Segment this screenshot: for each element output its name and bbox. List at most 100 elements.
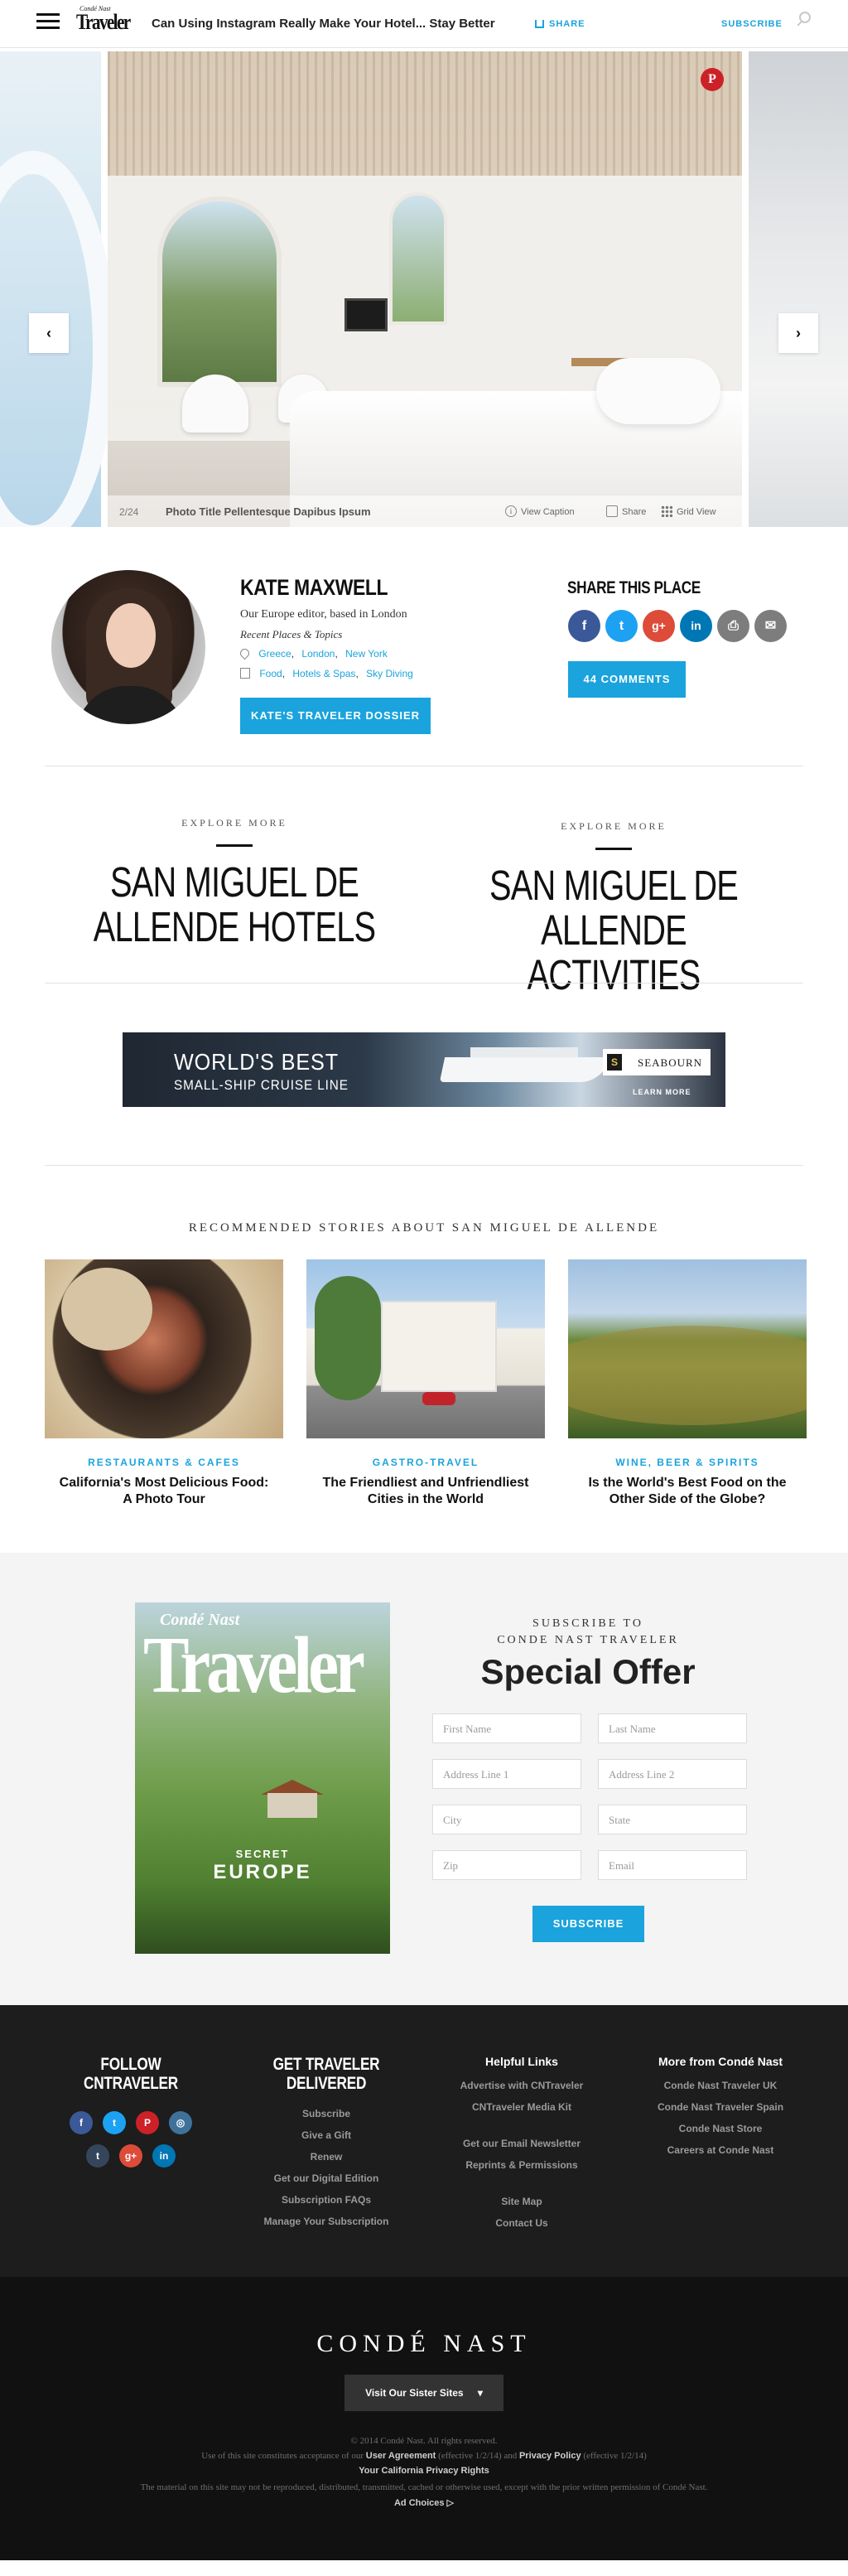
recommended-stories: RECOMMENDED STORIES ABOUT SAN MIGUEL DE … bbox=[0, 1167, 848, 1553]
footer-link[interactable]: Reprints & Permissions bbox=[439, 2154, 605, 2176]
google-plus-icon[interactable]: g+ bbox=[119, 2144, 142, 2168]
footer-link[interactable]: Subscribe bbox=[245, 2103, 407, 2124]
hamburger-icon[interactable] bbox=[36, 13, 60, 30]
next-arrow-button[interactable]: › bbox=[778, 313, 818, 353]
subscribe-link[interactable]: SUBSCRIBE bbox=[721, 19, 783, 29]
story-card[interactable]: WINE, BEER & SPIRITS Is the World's Best… bbox=[568, 1259, 807, 1508]
twitter-icon[interactable]: t bbox=[103, 2111, 126, 2134]
place-link[interactable]: New York bbox=[345, 648, 388, 660]
topic-link[interactable]: Hotels & Spas bbox=[292, 668, 355, 679]
footer-link[interactable]: Conde Nast Traveler Spain bbox=[638, 2096, 803, 2118]
share-icon bbox=[606, 505, 618, 517]
footer-link[interactable]: Manage Your Subscription bbox=[245, 2211, 407, 2232]
pinterest-icon[interactable]: P bbox=[701, 68, 724, 91]
delivered-title: DELIVERED bbox=[286, 2074, 367, 2093]
story-category[interactable]: WINE, BEER & SPIRITS bbox=[568, 1457, 807, 1468]
view-caption-button[interactable]: i View Caption bbox=[505, 505, 575, 518]
story-image[interactable] bbox=[45, 1259, 283, 1438]
pinterest-icon[interactable]: P bbox=[136, 2111, 159, 2134]
california-privacy-link[interactable]: Your California Privacy Rights bbox=[359, 2466, 489, 2476]
story-card[interactable]: RESTAURANTS & CAFES California's Most De… bbox=[45, 1259, 283, 1508]
explore-activities-block[interactable]: EXPLORE MORE SAN MIGUEL DE ALLENDE ACTIV… bbox=[423, 820, 804, 998]
google-plus-icon[interactable]: g+ bbox=[643, 610, 675, 642]
place-link[interactable]: Greece bbox=[258, 648, 291, 660]
facebook-icon[interactable]: f bbox=[568, 610, 600, 642]
previous-slide-image[interactable] bbox=[0, 51, 116, 527]
facebook-icon[interactable]: f bbox=[70, 2111, 93, 2134]
caption-bar: 2/24 Photo Title Pellentesque Dapibus Ip… bbox=[108, 495, 742, 527]
first-name-field[interactable]: First Name bbox=[432, 1713, 581, 1743]
share-button[interactable]: SHARE bbox=[535, 18, 585, 29]
map-pin-icon bbox=[238, 647, 252, 660]
footer-link[interactable]: Get our Digital Edition bbox=[245, 2168, 407, 2189]
search-icon[interactable] bbox=[795, 12, 812, 31]
story-category[interactable]: RESTAURANTS & CAFES bbox=[45, 1457, 283, 1468]
story-image[interactable] bbox=[568, 1259, 807, 1438]
footer-link[interactable]: Advertise with CNTraveler bbox=[439, 2075, 605, 2096]
address-line2-field[interactable]: Address Line 2 bbox=[598, 1759, 747, 1789]
ad-choices-link[interactable]: Ad Choices ▷ bbox=[394, 2498, 454, 2508]
place-link[interactable]: London bbox=[301, 648, 335, 660]
explore-hotels-block[interactable]: EXPLORE MORE SAN MIGUEL DE ALLENDE HOTEL… bbox=[44, 817, 425, 950]
privacy-policy-link[interactable]: Privacy Policy bbox=[519, 2451, 581, 2461]
story-title[interactable]: The Friendliest and Unfriendliest Cities… bbox=[306, 1475, 545, 1508]
linkedin-icon[interactable]: in bbox=[152, 2144, 176, 2168]
cover-brand-big: Traveler bbox=[143, 1621, 365, 1710]
caption-share-button[interactable]: Share bbox=[606, 505, 646, 518]
print-icon[interactable]: ⎙ bbox=[717, 610, 749, 642]
footer-link[interactable]: Careers at Conde Nast bbox=[638, 2139, 803, 2161]
instagram-icon[interactable]: ◎ bbox=[169, 2111, 192, 2134]
ad-learn-more[interactable]: LEARN MORE bbox=[633, 1088, 691, 1096]
delivered-column: GET TRAVELER DELIVERED Subscribe Give a … bbox=[245, 2055, 407, 2232]
story-category[interactable]: GASTRO-TRAVEL bbox=[306, 1457, 545, 1468]
linkedin-icon[interactable]: in bbox=[680, 610, 712, 642]
share-this-place-title: SHARE THIS PLACE bbox=[567, 578, 701, 597]
legal-footer: CONDÉ NAST Visit Our Sister Sites ▾ © 20… bbox=[0, 2277, 848, 2560]
logo-big-text: Traveler bbox=[76, 10, 131, 34]
topic-link[interactable]: Sky Diving bbox=[366, 668, 413, 679]
city-field[interactable]: City bbox=[432, 1805, 581, 1834]
grid-view-button[interactable]: Grid View bbox=[661, 505, 716, 518]
previous-arrow-button[interactable]: ‹ bbox=[29, 313, 69, 353]
story-image[interactable] bbox=[306, 1259, 545, 1438]
caret-down-icon: ▾ bbox=[477, 2387, 483, 2399]
address-line1-field[interactable]: Address Line 1 bbox=[432, 1759, 581, 1789]
twitter-icon[interactable]: t bbox=[605, 610, 638, 642]
author-avatar[interactable] bbox=[51, 570, 205, 724]
state-field[interactable]: State bbox=[598, 1805, 747, 1834]
cruise-ad-banner[interactable]: WORLD'S BEST SMALL-SHIP CRUISE LINE S SE… bbox=[123, 1032, 725, 1107]
footer-link[interactable]: Conde Nast Traveler UK bbox=[638, 2075, 803, 2096]
magazine-cover[interactable]: Condé Nast Traveler SECRET EUROPE bbox=[135, 1602, 390, 1954]
footer-link[interactable]: Subscription FAQs bbox=[245, 2189, 407, 2211]
places-list: Greece, London, New York bbox=[238, 647, 388, 660]
tumblr-icon[interactable]: t bbox=[86, 2144, 109, 2168]
story-title[interactable]: Is the World's Best Food on the Other Si… bbox=[568, 1475, 807, 1508]
story-card[interactable]: GASTRO-TRAVEL The Friendliest and Unfrie… bbox=[306, 1259, 545, 1508]
subscribe-section: Condé Nast Traveler SECRET EUROPE SUBSCR… bbox=[0, 1553, 848, 2005]
zip-field[interactable]: Zip bbox=[432, 1850, 581, 1880]
comments-button[interactable]: 44 COMMENTS bbox=[568, 661, 686, 698]
sister-sites-dropdown[interactable]: Visit Our Sister Sites ▾ bbox=[344, 2375, 504, 2411]
topic-link[interactable]: Food bbox=[259, 668, 282, 679]
footer-link[interactable]: CNTraveler Media Kit bbox=[439, 2096, 605, 2118]
grid-view-label: Grid View bbox=[677, 506, 716, 517]
footer-link[interactable]: Give a Gift bbox=[245, 2124, 407, 2146]
footer-link[interactable]: Site Map bbox=[439, 2191, 605, 2212]
footer-link[interactable]: Contact Us bbox=[439, 2212, 605, 2234]
email-field[interactable]: Email bbox=[598, 1850, 747, 1880]
subscribe-submit-button[interactable]: SUBSCRIBE bbox=[532, 1906, 644, 1942]
site-logo[interactable]: Condé Nast Traveler bbox=[76, 5, 134, 34]
ad-choices-line: Ad Choices ▷ bbox=[0, 2497, 848, 2508]
story-title[interactable]: California's Most Delicious Food: A Phot… bbox=[45, 1475, 283, 1508]
conde-nast-logo[interactable]: CONDÉ NAST bbox=[0, 2330, 848, 2358]
footer-link[interactable]: Renew bbox=[245, 2146, 407, 2168]
follow-title: FOLLOW bbox=[100, 2055, 161, 2074]
author-name[interactable]: KATE MAXWELL bbox=[240, 575, 388, 601]
next-slide-image[interactable] bbox=[749, 51, 848, 527]
user-agreement-link[interactable]: User Agreement bbox=[366, 2451, 436, 2461]
last-name-field[interactable]: Last Name bbox=[598, 1713, 747, 1743]
traveler-dossier-button[interactable]: KATE'S TRAVELER DOSSIER bbox=[240, 698, 431, 734]
footer-link[interactable]: Conde Nast Store bbox=[638, 2118, 803, 2139]
footer-link[interactable]: Get our Email Newsletter bbox=[439, 2133, 605, 2154]
email-icon[interactable]: ✉ bbox=[754, 610, 787, 642]
